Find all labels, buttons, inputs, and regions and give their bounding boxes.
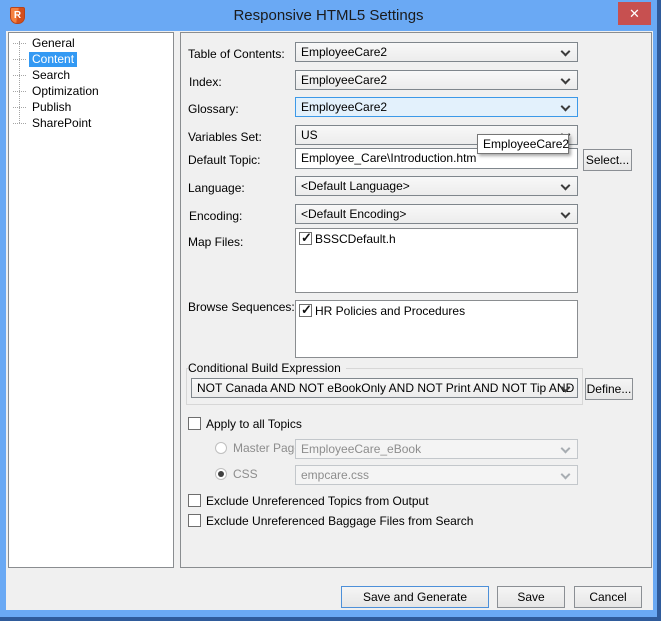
dialog-window: R Responsive HTML5 Settings ✕ General Co…	[0, 0, 661, 621]
sidebar-item-search[interactable]: Search	[13, 67, 73, 83]
conditional-build-combobox[interactable]: NOT Canada AND NOT eBookOnly AND NOT Pri…	[191, 378, 578, 398]
language-label: Language:	[188, 178, 245, 198]
tree-branch-icon	[13, 75, 26, 76]
default-topic-label: Default Topic:	[188, 150, 261, 170]
tree-branch-icon	[13, 91, 26, 92]
tree-branch-icon	[13, 123, 26, 124]
select-button[interactable]: Select...	[583, 149, 632, 171]
glossary-label: Glossary:	[188, 99, 239, 119]
encoding-value: <Default Encoding>	[301, 207, 406, 221]
map-file-checkbox[interactable]	[299, 232, 312, 245]
sidebar-item-label: Search	[29, 68, 73, 83]
sidebar-item-content[interactable]: Content	[13, 51, 77, 67]
index-value: EmployeeCare2	[301, 73, 387, 87]
master-page-value: EmployeeCare_eBook	[301, 442, 421, 456]
conditional-build-legend: Conditional Build Expression	[188, 361, 346, 376]
close-button[interactable]: ✕	[618, 2, 651, 25]
glossary-combobox[interactable]: EmployeeCare2	[295, 97, 578, 117]
browse-sequence-item[interactable]: HR Policies and Procedures	[296, 301, 577, 319]
exclude-baggage-label: Exclude Unreferenced Baggage Files from …	[206, 514, 473, 529]
chevron-down-icon	[561, 75, 571, 85]
save-button[interactable]: Save	[497, 586, 565, 608]
toc-value: EmployeeCare2	[301, 45, 387, 59]
chevron-down-icon	[561, 209, 571, 219]
chevron-down-icon	[561, 444, 571, 454]
map-file-item[interactable]: BSSCDefault.h	[296, 229, 577, 247]
chevron-down-icon	[561, 181, 571, 191]
chevron-down-icon	[561, 470, 571, 480]
window-border: R Responsive HTML5 Settings ✕ General Co…	[0, 0, 657, 617]
css-combobox[interactable]: empcare.css	[295, 465, 578, 485]
master-page-combobox[interactable]: EmployeeCare_eBook	[295, 439, 578, 459]
dialog-client-area: General Content Search Optimization Publ…	[6, 31, 653, 610]
define-button[interactable]: Define...	[585, 378, 633, 400]
sidebar-item-label: General	[29, 36, 78, 51]
variables-set-label: Variables Set:	[188, 127, 262, 147]
master-page-label: Master Page	[233, 441, 301, 456]
css-value: empcare.css	[301, 468, 369, 482]
sidebar-item-label: Optimization	[29, 84, 102, 99]
content-settings-panel: Table of Contents: EmployeeCare2 Index: …	[180, 32, 652, 568]
encoding-combobox[interactable]: <Default Encoding>	[295, 204, 578, 224]
exclude-topics-label: Exclude Unreferenced Topics from Output	[206, 494, 429, 509]
css-radio[interactable]	[215, 468, 227, 480]
tree-branch-icon	[13, 59, 26, 60]
map-files-label: Map Files:	[188, 232, 243, 252]
toc-label: Table of Contents:	[188, 44, 285, 64]
encoding-label: Encoding:	[189, 206, 242, 226]
map-files-listbox: BSSCDefault.h	[295, 228, 578, 293]
sidebar-item-publish[interactable]: Publish	[13, 99, 74, 115]
tree-branch-icon	[13, 43, 26, 44]
chevron-down-icon	[561, 47, 571, 57]
browse-sequences-label: Browse Sequences:	[188, 297, 295, 317]
exclude-baggage-checkbox[interactable]	[188, 514, 201, 527]
browse-sequences-listbox: HR Policies and Procedures	[295, 300, 578, 358]
master-page-radio[interactable]	[215, 442, 227, 454]
index-label: Index:	[189, 72, 222, 92]
toc-combobox[interactable]: EmployeeCare2	[295, 42, 578, 62]
map-file-name: BSSCDefault.h	[315, 232, 396, 247]
css-label: CSS	[233, 467, 258, 482]
tooltip: EmployeeCare2	[477, 134, 569, 154]
exclude-topics-checkbox[interactable]	[188, 494, 201, 507]
apply-all-topics-label: Apply to all Topics	[206, 417, 302, 432]
sidebar-item-general[interactable]: General	[13, 35, 78, 51]
save-and-generate-button[interactable]: Save and Generate	[341, 586, 489, 608]
sidebar-item-sharepoint[interactable]: SharePoint	[13, 115, 94, 131]
tree-branch-icon	[13, 107, 26, 108]
window-title: Responsive HTML5 Settings	[0, 0, 657, 31]
chevron-down-icon	[561, 102, 571, 112]
cancel-button[interactable]: Cancel	[574, 586, 642, 608]
browse-sequence-checkbox[interactable]	[299, 304, 312, 317]
variables-set-value: US	[301, 128, 318, 142]
settings-nav-tree: General Content Search Optimization Publ…	[8, 32, 174, 568]
browse-sequence-name: HR Policies and Procedures	[315, 304, 465, 319]
glossary-value: EmployeeCare2	[301, 100, 387, 114]
titlebar[interactable]: R Responsive HTML5 Settings ✕	[0, 0, 657, 31]
language-value: <Default Language>	[301, 179, 410, 193]
index-combobox[interactable]: EmployeeCare2	[295, 70, 578, 90]
language-combobox[interactable]: <Default Language>	[295, 176, 578, 196]
sidebar-item-label: Content	[29, 52, 77, 67]
sidebar-item-optimization[interactable]: Optimization	[13, 83, 102, 99]
conditional-build-value: NOT Canada AND NOT eBookOnly AND NOT Pri…	[197, 381, 578, 395]
sidebar-item-label: SharePoint	[29, 116, 94, 131]
apply-all-topics-checkbox[interactable]	[188, 417, 201, 430]
sidebar-item-label: Publish	[29, 100, 74, 115]
